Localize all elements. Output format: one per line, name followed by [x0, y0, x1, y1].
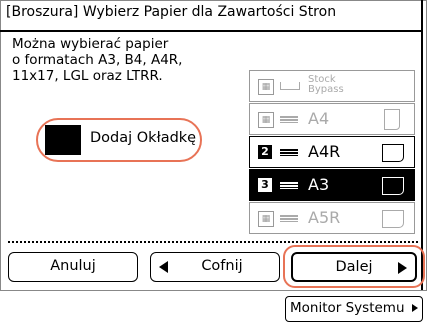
tray-number-badge: 3: [258, 178, 272, 192]
next-button[interactable]: Dalej: [291, 252, 417, 282]
tray-icon: ▦: [258, 112, 274, 128]
tray-3[interactable]: 3 A3: [249, 169, 415, 201]
portrait-orientation-icon: [384, 109, 400, 130]
tray-size-label: A4: [308, 109, 330, 128]
cancel-label: Anuluj: [50, 258, 96, 274]
system-monitor-label: Monitor Systemu: [290, 300, 405, 316]
panel-border: [421, 0, 423, 290]
landscape-orientation-icon: [382, 144, 404, 162]
paper-stack-icon: [280, 82, 300, 90]
tray-size-label: A3: [308, 175, 330, 194]
next-label: Dalej: [335, 259, 373, 275]
tray-number-badge: 2: [258, 145, 272, 159]
arrow-right-icon: [411, 304, 418, 312]
tray-size-label: A4R: [308, 142, 341, 161]
title-divider: [0, 30, 421, 32]
paper-stack-icon: [280, 214, 298, 222]
cancel-button[interactable]: Anuluj: [8, 252, 138, 282]
tray-icon: ▦: [258, 211, 274, 227]
tray-size-label: A5R: [308, 208, 341, 227]
cover-checkbox[interactable]: [45, 125, 81, 155]
add-cover-button[interactable]: Dodaj Okładkę: [45, 125, 197, 155]
tray-2[interactable]: 2 A4R: [249, 136, 415, 168]
paper-stack-icon: [280, 181, 298, 189]
landscape-orientation-icon: [382, 210, 404, 228]
tray-4[interactable]: ▦ A5R: [249, 202, 415, 234]
description-text: Można wybierać papier o formatach A3, B4…: [12, 36, 183, 84]
dotted-divider: [8, 241, 418, 243]
back-label: Cofnij: [201, 258, 243, 274]
paper-stack-icon: [280, 115, 298, 123]
add-cover-label: Dodaj Okładkę: [90, 130, 197, 146]
system-monitor-button[interactable]: Monitor Systemu: [285, 296, 423, 322]
back-button[interactable]: Cofnij: [150, 252, 280, 282]
arrow-left-icon: [159, 261, 168, 273]
page-title: [Broszura] Wybierz Papier dla Zawartości…: [6, 4, 337, 20]
tray-1[interactable]: ▦ A4: [249, 103, 415, 135]
tray-stack-bypass[interactable]: ▦ Stock Bypass: [249, 70, 415, 102]
paper-stack-icon: [280, 148, 298, 156]
tray-icon: ▦: [258, 79, 274, 95]
arrow-right-icon: [398, 262, 407, 274]
tray-size-label: Stock Bypass: [308, 74, 344, 95]
landscape-orientation-icon: [382, 177, 404, 195]
